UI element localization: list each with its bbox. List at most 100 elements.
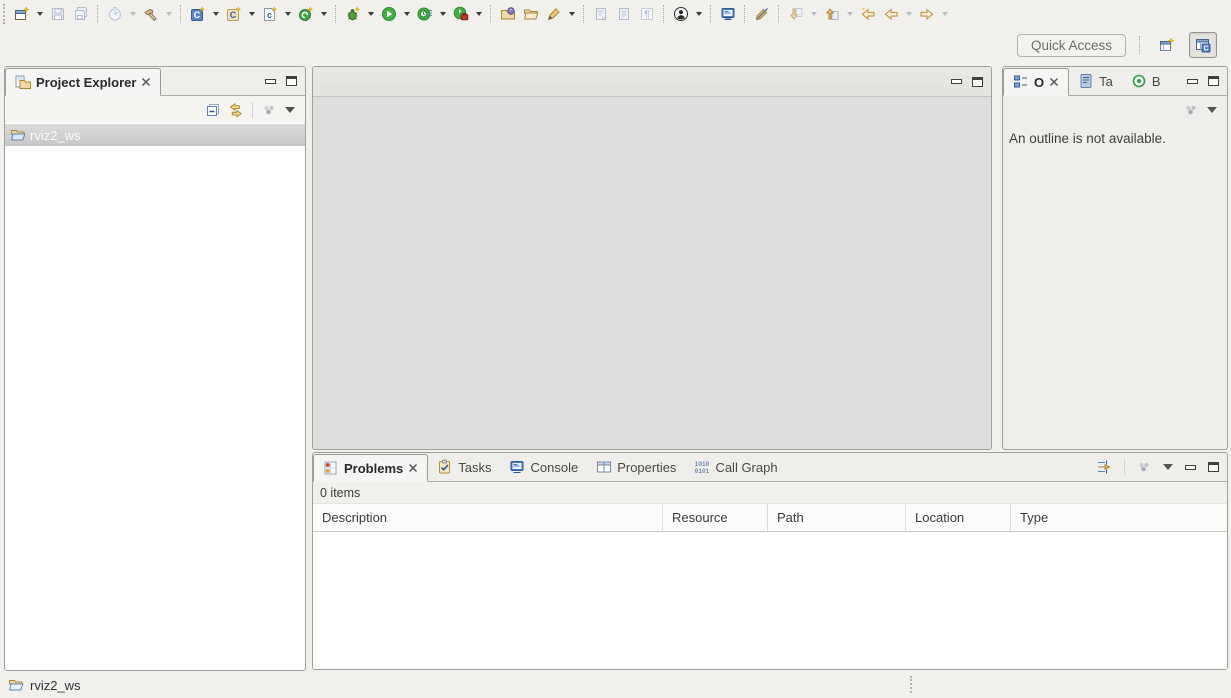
user-dropdown[interactable] <box>692 2 705 26</box>
view-menu-dropdown[interactable] <box>1163 464 1173 470</box>
new-c-file-icon[interactable]: c <box>258 2 281 26</box>
tab-call-graph[interactable]: 10100101 Call Graph <box>685 453 786 481</box>
show-whitespace-icon[interactable]: ¶ <box>635 2 658 26</box>
tab-breakpoints[interactable]: B <box>1122 67 1170 95</box>
maximize-icon[interactable] <box>1208 462 1219 472</box>
problems-table-body <box>313 561 1227 669</box>
forward-dropdown[interactable] <box>938 2 951 26</box>
previous-annotation-dropdown[interactable] <box>843 2 856 26</box>
svg-text:C: C <box>229 10 236 20</box>
external-tools-dropdown[interactable] <box>472 2 485 26</box>
marker-pen-dropdown[interactable] <box>565 2 578 26</box>
open-perspective-icon[interactable] <box>1153 32 1181 58</box>
import-folder-icon[interactable] <box>496 2 519 26</box>
project-explorer-tabstrip: Project Explorer <box>5 67 305 96</box>
tab-label: Project Explorer <box>36 75 136 90</box>
new-cpp-class-icon[interactable]: C <box>186 2 209 26</box>
external-tools-icon[interactable] <box>449 2 472 26</box>
tab-properties[interactable]: Properties <box>587 453 685 481</box>
view-menu-icon[interactable] <box>1137 460 1151 474</box>
next-annotation-icon[interactable] <box>784 2 807 26</box>
main-toolbar: C C c ¶ <box>0 0 1231 28</box>
tab-task-list[interactable]: Ta <box>1069 67 1122 95</box>
back-icon[interactable] <box>879 2 902 26</box>
console-icon[interactable] <box>716 2 739 26</box>
view-menu-icon[interactable] <box>262 103 276 117</box>
run-icon[interactable] <box>377 2 400 26</box>
perspective-bar: Quick Access C <box>0 28 1231 62</box>
debug-icon[interactable] <box>341 2 364 26</box>
quick-access-button[interactable]: Quick Access <box>1017 34 1126 57</box>
run-dropdown[interactable] <box>400 2 413 26</box>
new-cpp-source-dropdown[interactable] <box>245 2 258 26</box>
new-c-file-dropdown[interactable] <box>281 2 294 26</box>
new-wizard-icon[interactable] <box>10 2 33 26</box>
next-annotation-dropdown[interactable] <box>807 2 820 26</box>
toolbar-drag-handle[interactable] <box>3 4 6 24</box>
debug-dropdown[interactable] <box>364 2 377 26</box>
new-project-icon[interactable] <box>294 2 317 26</box>
tab-tasks[interactable]: Tasks <box>428 453 500 481</box>
tab-console[interactable]: Console <box>500 453 587 481</box>
build-hammer-icon[interactable] <box>139 2 162 26</box>
user-icon[interactable] <box>669 2 692 26</box>
viewbar-separator <box>1124 459 1125 475</box>
tab-project-explorer[interactable]: Project Explorer <box>5 68 161 96</box>
minimize-icon[interactable] <box>951 79 962 84</box>
close-icon[interactable] <box>141 77 151 87</box>
close-icon[interactable] <box>1049 77 1059 87</box>
build-dropdown[interactable] <box>162 2 175 26</box>
view-menu-dropdown[interactable] <box>1207 107 1217 113</box>
column-location[interactable]: Location <box>906 504 1011 531</box>
maximize-icon[interactable] <box>1208 76 1219 86</box>
properties-icon <box>596 459 612 475</box>
save-icon[interactable] <box>46 2 69 26</box>
view-menu-icon[interactable] <box>1184 103 1198 117</box>
column-description[interactable]: Description <box>313 504 663 531</box>
tab-problems[interactable]: Problems <box>313 454 428 482</box>
tab-label: Call Graph <box>715 460 777 475</box>
focus-on-active-task-icon[interactable] <box>1096 459 1112 475</box>
maximize-icon[interactable] <box>972 77 983 87</box>
new-dropdown[interactable] <box>33 2 46 26</box>
marker-pen-icon[interactable] <box>542 2 565 26</box>
toolbar-separator <box>1139 36 1140 54</box>
outline-panel: O Ta B An outline is not available. <box>1002 66 1228 450</box>
collapse-all-icon[interactable] <box>206 103 220 117</box>
new-cpp-source-icon[interactable]: C <box>222 2 245 26</box>
stopwatch-icon[interactable] <box>103 2 126 26</box>
minimize-icon[interactable] <box>1187 79 1198 84</box>
maximize-icon[interactable] <box>286 76 297 86</box>
open-folder-icon <box>10 127 26 143</box>
column-type[interactable]: Type <box>1011 504 1227 531</box>
profile-icon[interactable] <box>413 2 436 26</box>
minimize-icon[interactable] <box>1185 465 1196 470</box>
new-project-dropdown[interactable] <box>317 2 330 26</box>
pencil-slash-icon[interactable] <box>750 2 773 26</box>
column-path[interactable]: Path <box>768 504 906 531</box>
tab-label: Ta <box>1099 74 1113 89</box>
view-menu-dropdown[interactable] <box>285 107 295 113</box>
last-edit-location-icon[interactable] <box>856 2 879 26</box>
forward-icon[interactable] <box>915 2 938 26</box>
close-icon[interactable] <box>408 463 418 473</box>
back-dropdown[interactable] <box>902 2 915 26</box>
tree-item-label: rviz2_ws <box>30 128 81 143</box>
toolbar-separator <box>744 5 745 23</box>
minimize-icon[interactable] <box>265 79 276 84</box>
link-with-editor-icon[interactable] <box>229 103 243 117</box>
new-cpp-class-dropdown[interactable] <box>209 2 222 26</box>
stopwatch-dropdown[interactable] <box>126 2 139 26</box>
open-folder-icon[interactable] <box>519 2 542 26</box>
cpp-perspective-icon[interactable]: C <box>1189 32 1217 58</box>
copy-doc-icon[interactable] <box>612 2 635 26</box>
tab-outline[interactable]: O <box>1003 68 1069 96</box>
tree-item-rviz2-ws[interactable]: rviz2_ws <box>5 124 305 146</box>
paste-doc-icon[interactable] <box>589 2 612 26</box>
column-resource[interactable]: Resource <box>663 504 768 531</box>
save-all-icon[interactable] <box>69 2 92 26</box>
previous-annotation-icon[interactable] <box>820 2 843 26</box>
profile-dropdown[interactable] <box>436 2 449 26</box>
svg-text:C: C <box>1203 45 1208 52</box>
editor-content <box>313 97 991 449</box>
